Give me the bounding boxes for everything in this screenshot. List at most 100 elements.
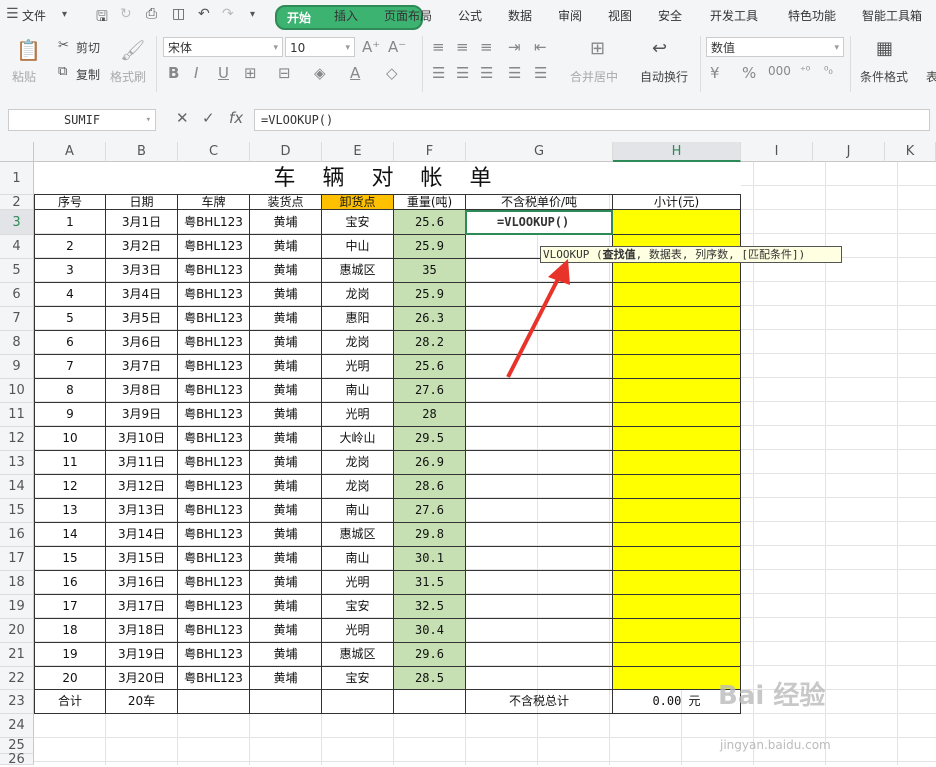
paste-button[interactable]: 粘贴 — [12, 68, 36, 85]
table-cell[interactable]: 粤BHL123 — [178, 475, 250, 499]
column-header-f[interactable]: F — [394, 142, 466, 162]
grand-total-label-cell[interactable]: 不含税总计 — [466, 690, 613, 714]
subtotal-cell[interactable] — [613, 307, 741, 331]
header-cell[interactable]: 装货点 — [250, 195, 322, 210]
row-header-8[interactable]: 8 — [0, 331, 34, 355]
table-cell[interactable]: 26.9 — [394, 451, 466, 475]
table-cell[interactable]: 黄埔 — [250, 283, 322, 307]
table-cell[interactable]: 黄埔 — [250, 667, 322, 690]
table-cell[interactable]: 粤BHL123 — [178, 427, 250, 451]
table-cell[interactable]: 29.5 — [394, 427, 466, 451]
table-cell[interactable]: 25.6 — [394, 355, 466, 379]
insert-function-icon[interactable]: fx — [229, 109, 243, 127]
price-cell[interactable] — [466, 643, 613, 667]
table-cell[interactable]: 黄埔 — [250, 427, 322, 451]
table-cell[interactable]: 3月5日 — [106, 307, 178, 331]
table-cell[interactable]: 龙岗 — [322, 331, 394, 355]
column-header-k[interactable]: K — [885, 142, 936, 162]
price-cell[interactable] — [466, 523, 613, 547]
align-bottom-icon[interactable]: ≡ — [480, 38, 493, 56]
table-cell[interactable]: 南山 — [322, 547, 394, 571]
table-cell[interactable]: 黄埔 — [250, 307, 322, 331]
table-cell[interactable]: 宝安 — [322, 210, 394, 235]
paste-icon[interactable]: 📋 — [16, 38, 41, 62]
table-cell[interactable]: 中山 — [322, 235, 394, 259]
thousands-icon[interactable]: 000 — [768, 64, 791, 78]
subtotal-cell[interactable] — [613, 403, 741, 427]
percent-icon[interactable]: % — [742, 64, 756, 82]
row-header-24[interactable]: 24 — [0, 714, 34, 738]
indent-icon[interactable]: ⇥ — [508, 38, 521, 56]
table-cell[interactable]: 粤BHL123 — [178, 259, 250, 283]
table-cell[interactable]: 18 — [34, 619, 106, 643]
conditional-format-button[interactable]: 条件格式 — [860, 68, 908, 85]
row-header-9[interactable]: 9 — [0, 355, 34, 379]
wrap-text-icon[interactable]: ↩ — [652, 38, 667, 59]
table-cell[interactable]: 8 — [34, 379, 106, 403]
table-cell[interactable]: 28.2 — [394, 331, 466, 355]
price-cell[interactable] — [466, 499, 613, 523]
distributed-icon[interactable]: ☰ — [534, 64, 547, 82]
table-cell[interactable]: 惠阳 — [322, 307, 394, 331]
undo-icon[interactable]: ↶ — [198, 6, 210, 22]
copy-button[interactable]: 复制 — [76, 66, 100, 83]
table-cell[interactable]: 粤BHL123 — [178, 571, 250, 595]
column-header-a[interactable]: A — [34, 142, 106, 162]
subtotal-cell[interactable] — [613, 210, 741, 235]
row-header-16[interactable]: 16 — [0, 523, 34, 547]
table-cell[interactable]: 26.3 — [394, 307, 466, 331]
row-header-6[interactable]: 6 — [0, 283, 34, 307]
table-cell[interactable]: 3月2日 — [106, 235, 178, 259]
table-cell[interactable]: 粤BHL123 — [178, 667, 250, 690]
scissors-icon[interactable]: ✂ — [58, 38, 69, 53]
tab-smart-toolbox[interactable]: 智能工具箱 — [862, 7, 922, 24]
table-cell[interactable]: 4 — [34, 283, 106, 307]
table-cell[interactable]: 3月3日 — [106, 259, 178, 283]
tab-security[interactable]: 安全 — [658, 7, 682, 24]
table-cell[interactable]: 黄埔 — [250, 643, 322, 667]
table-cell[interactable]: 大岭山 — [322, 427, 394, 451]
table-cell[interactable]: 30.1 — [394, 547, 466, 571]
table-cell[interactable]: 惠城区 — [322, 523, 394, 547]
table-cell[interactable]: 粤BHL123 — [178, 355, 250, 379]
format-painter-button[interactable]: 格式刷 — [110, 68, 146, 85]
table-cell[interactable]: 3月17日 — [106, 595, 178, 619]
table-cell[interactable]: 粤BHL123 — [178, 499, 250, 523]
align-right-icon[interactable]: ☰ — [480, 64, 493, 82]
table-cell[interactable]: 粤BHL123 — [178, 403, 250, 427]
row-header-15[interactable]: 15 — [0, 499, 34, 523]
italic-icon[interactable]: I — [194, 64, 198, 82]
clear-icon[interactable]: ◇ — [386, 64, 398, 82]
price-cell[interactable] — [466, 667, 613, 690]
table-cell[interactable]: 黄埔 — [250, 210, 322, 235]
table-cell[interactable]: 25.6 — [394, 210, 466, 235]
merge-center-button[interactable]: 合并居中 — [570, 68, 618, 85]
column-header-i[interactable]: I — [741, 142, 813, 162]
table-cell[interactable]: 11 — [34, 451, 106, 475]
table-cell[interactable]: 17 — [34, 595, 106, 619]
table-cell[interactable]: 3月13日 — [106, 499, 178, 523]
table-cell[interactable]: 28 — [394, 403, 466, 427]
table-cell[interactable]: 3月6日 — [106, 331, 178, 355]
table-cell[interactable]: 14 — [34, 523, 106, 547]
decrease-decimal-icon[interactable]: ⁰₀ — [824, 64, 833, 77]
table-cell[interactable]: 惠城区 — [322, 643, 394, 667]
price-cell[interactable] — [466, 451, 613, 475]
table-cell[interactable]: 光明 — [322, 619, 394, 643]
row-header-7[interactable]: 7 — [0, 307, 34, 331]
formula-input[interactable]: =VLOOKUP() — [254, 109, 930, 131]
row-header-12[interactable]: 12 — [0, 427, 34, 451]
price-cell[interactable] — [466, 427, 613, 451]
table-cell[interactable]: 粤BHL123 — [178, 643, 250, 667]
table-cell[interactable]: 黄埔 — [250, 235, 322, 259]
tab-data[interactable]: 数据 — [508, 7, 532, 24]
row-header-2[interactable]: 2 — [0, 195, 34, 210]
align-top-icon[interactable]: ≡ — [432, 38, 445, 56]
table-cell[interactable]: 13 — [34, 499, 106, 523]
table-cell[interactable]: 粤BHL123 — [178, 283, 250, 307]
column-header-j[interactable]: J — [813, 142, 885, 162]
table-cell[interactable]: 粤BHL123 — [178, 523, 250, 547]
row-header-19[interactable]: 19 — [0, 595, 34, 619]
bold-icon[interactable]: B — [168, 64, 179, 82]
table-cell[interactable]: 3月15日 — [106, 547, 178, 571]
